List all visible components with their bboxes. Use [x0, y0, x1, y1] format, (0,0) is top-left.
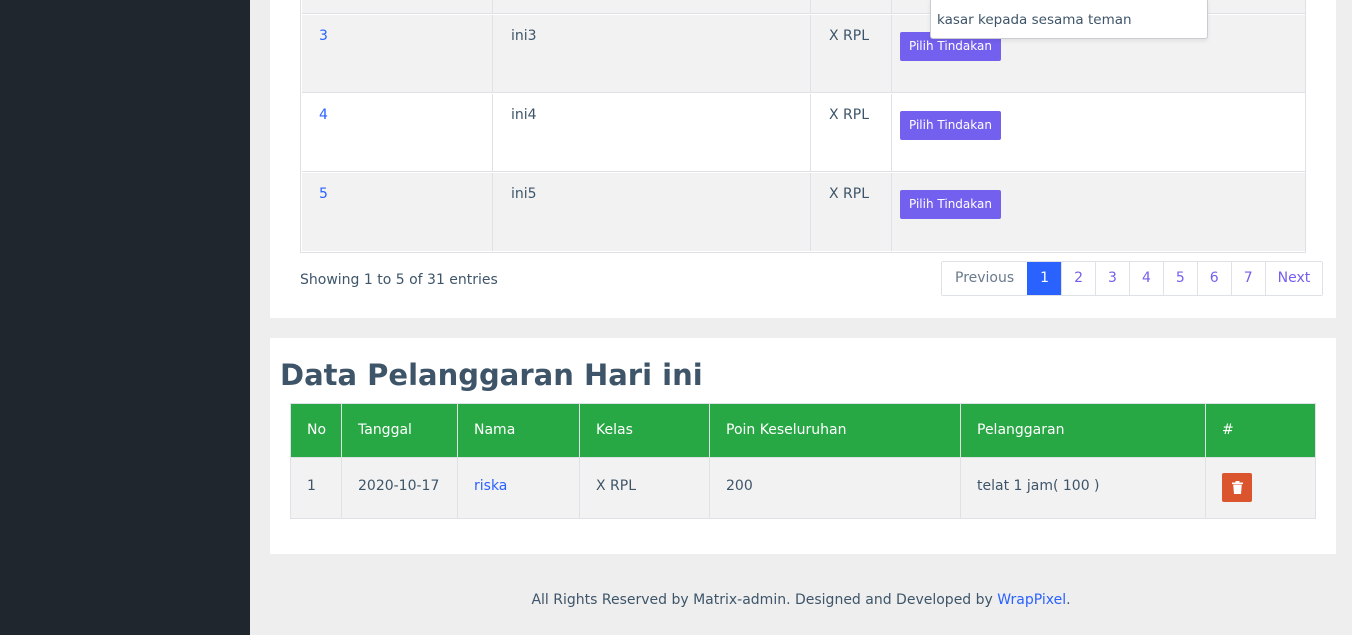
pelanggaran-table: No Tanggal Nama Kelas Poin Keseluruhan P…: [290, 403, 1316, 519]
sidebar: [0, 0, 250, 635]
row-kelas: X RPL: [829, 107, 870, 123]
header-nama: Nama: [458, 404, 580, 457]
footer-link[interactable]: WrapPixel: [997, 592, 1066, 608]
delete-button[interactable]: [1222, 473, 1252, 502]
footer: All Rights Reserved by Matrix-admin. Des…: [250, 592, 1352, 608]
row-nama: ini5: [511, 186, 537, 202]
cell-pelanggaran: telat 1 jam( 100 ): [961, 458, 1206, 519]
pelanggaran-card: Data Pelanggaran Hari ini No Tanggal Nam…: [270, 338, 1336, 554]
row-nama: ini4: [511, 107, 537, 123]
pagination: Previous 1 2 3 4 5 6 7 Next: [941, 261, 1324, 296]
cell-action: [1206, 458, 1315, 519]
row-no-link[interactable]: 3: [319, 28, 328, 44]
dropdown-item[interactable]: kasar kepada sesama teman: [937, 12, 1132, 28]
header-kelas: Kelas: [580, 404, 710, 457]
cell-kelas: X RPL: [580, 458, 710, 519]
header-poin: Poin Keseluruhan: [710, 404, 961, 457]
pagination-page-6[interactable]: 6: [1196, 262, 1231, 295]
trash-icon: [1231, 481, 1243, 494]
cell-nama-link[interactable]: riska: [458, 458, 580, 519]
pagination-page-4[interactable]: 4: [1128, 262, 1163, 295]
header-tanggal: Tanggal: [342, 404, 458, 457]
cell-poin: 200: [710, 458, 961, 519]
cell-no: 1: [291, 458, 342, 519]
row-no-link[interactable]: 4: [319, 107, 328, 123]
header-no: No: [291, 404, 342, 457]
pagination-next[interactable]: Next: [1264, 262, 1323, 295]
footer-end: .: [1066, 592, 1071, 608]
row-kelas: X RPL: [829, 186, 870, 202]
siswa-card: 3 ini3 X RPL Pilih Tindakan 4 ini4 X RPL…: [270, 0, 1336, 318]
table-row: 1 2020-10-17 riska X RPL 200 telat 1 jam…: [291, 457, 1315, 519]
table-row: 5 ini5 X RPL Pilih Tindakan: [302, 173, 1305, 251]
header-action: #: [1222, 422, 1234, 438]
pagination-page-2[interactable]: 2: [1061, 262, 1096, 295]
footer-text: All Rights Reserved by Matrix-admin. Des…: [531, 592, 998, 608]
row-nama: ini3: [511, 28, 537, 44]
cell-tanggal: 2020-10-17: [342, 458, 458, 519]
section-title: Data Pelanggaran Hari ini: [280, 358, 703, 392]
tindakan-dropdown-menu: kasar kepada sesama teman: [930, 0, 1208, 39]
pagination-previous[interactable]: Previous: [942, 262, 1028, 295]
pilih-tindakan-button[interactable]: Pilih Tindakan: [900, 190, 1001, 219]
pagination-page-7[interactable]: 7: [1230, 262, 1265, 295]
table-header: No Tanggal Nama Kelas Poin Keseluruhan P…: [291, 404, 1315, 457]
table-info: Showing 1 to 5 of 31 entries: [300, 272, 498, 288]
nama-link[interactable]: riska: [474, 478, 507, 494]
pilih-tindakan-button[interactable]: Pilih Tindakan: [900, 111, 1001, 140]
pagination-page-5[interactable]: 5: [1162, 262, 1197, 295]
header-pelanggaran: Pelanggaran: [961, 404, 1206, 457]
row-no-link[interactable]: 5: [319, 186, 328, 202]
pagination-page-3[interactable]: 3: [1095, 262, 1129, 295]
table-row: 4 ini4 X RPL Pilih Tindakan: [302, 94, 1305, 172]
pagination-page-1[interactable]: 1: [1027, 262, 1062, 295]
main-content: 3 ini3 X RPL Pilih Tindakan 4 ini4 X RPL…: [250, 0, 1352, 635]
row-kelas: X RPL: [829, 28, 870, 44]
